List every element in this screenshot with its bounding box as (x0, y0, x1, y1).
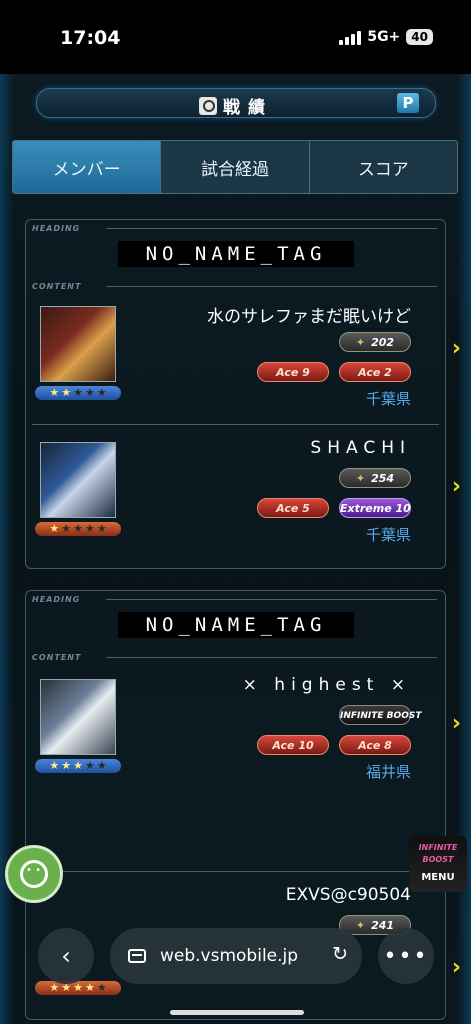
browser-toolbar: ‹ web.vsmobile.jp ↻ ••• (38, 928, 434, 986)
tab-score[interactable]: スコア (309, 141, 457, 193)
tab-bar: メンバー 試合経過 スコア (12, 140, 458, 194)
grade-badge: Ace 2 (339, 362, 411, 382)
site-settings-icon[interactable] (128, 949, 146, 963)
signal-icon (339, 30, 362, 45)
reload-icon[interactable]: ↻ (332, 943, 348, 965)
member-row[interactable]: ★ ★ ★ ★ ★ 水のサレファまだ眠いけど ✦ 202 Ace 9 Ace 2 千葉県 … (26, 296, 461, 426)
row-divider (32, 871, 439, 872)
grade-badge: Extreme 10 (339, 498, 411, 518)
heading-line (106, 228, 437, 229)
app-screen: 戦績 P メンバー 試合経過 スコア HEADING NO_NAME_TAG C… (0, 74, 471, 1024)
rank-stars: ★ ★ ★ ★ ★ (35, 759, 121, 773)
address-bar[interactable]: web.vsmobile.jp ↻ (110, 928, 362, 984)
back-button[interactable]: ‹ (38, 928, 94, 984)
menu-label: MENU (421, 872, 455, 883)
cookie-settings-button[interactable] (5, 845, 63, 903)
rank-stars: ★ ★ ★ ★ ★ (35, 386, 121, 400)
chevron-left-icon: ‹ (61, 942, 71, 970)
team-tag: NO_NAME_TAG (118, 241, 354, 267)
member-row[interactable]: ★ ★ ★ ★ ★ × highest × INFINITE BOOST Ace 10 … (26, 667, 461, 797)
mobile-suit-thumbnail (40, 306, 116, 382)
content-line (106, 657, 437, 658)
cookie-icon (20, 860, 48, 888)
chevron-right-icon[interactable]: › (452, 711, 461, 736)
content-line (106, 286, 437, 287)
player-name: × highest × (242, 675, 411, 695)
prefecture: 福井県 (365, 763, 411, 781)
record-icon (199, 96, 217, 115)
url-text: web.vsmobile.jp (160, 946, 299, 966)
p-button[interactable]: P (397, 93, 419, 113)
game-logo-icon: INFINITE BOOST (418, 843, 458, 864)
heading-line (106, 599, 437, 600)
status-time: 17:04 (60, 27, 121, 49)
team-card: HEADING NO_NAME_TAG CONTENT ★ ★ ★ ★ ★ 水のサレファ… (25, 219, 461, 569)
grade-badge: Ace 5 (257, 498, 329, 518)
title-group: 戦績 (37, 93, 435, 118)
content-label: CONTENT (32, 282, 82, 291)
level-badge: INFINITE BOOST (339, 705, 421, 725)
network-type: 5G+ (367, 29, 401, 45)
player-name: SHACHI (310, 438, 411, 458)
level-emblem-icon: ✦ (355, 336, 366, 349)
status-icons: 5G+ 40 (339, 29, 433, 45)
mobile-suit-thumbnail (40, 442, 116, 518)
battery-icon: 40 (406, 29, 433, 45)
title-bar: 戦績 P (36, 88, 436, 118)
heading-label: HEADING (32, 224, 81, 233)
tab-members[interactable]: メンバー (13, 141, 162, 193)
grade-badge: Ace 10 (257, 735, 329, 755)
team-tag: NO_NAME_TAG (118, 612, 354, 638)
status-bar: 17:04 5G+ 40 (0, 0, 471, 74)
mobile-suit-thumbnail (40, 679, 116, 755)
home-indicator (170, 1010, 304, 1015)
grade-badge: Ace 8 (339, 735, 411, 755)
rank-stars: ★ ★ ★ ★ ★ (35, 522, 121, 536)
chevron-right-icon[interactable]: › (452, 474, 461, 499)
chevron-right-icon[interactable]: › (452, 955, 461, 980)
player-name: EXVS@c90504 (285, 885, 411, 905)
row-divider (32, 424, 439, 425)
more-options-button[interactable]: ••• (378, 928, 434, 984)
player-name: 水のサレファまだ眠いけど (207, 307, 411, 327)
level-badge: ✦ 254 (339, 468, 411, 488)
heading-label: HEADING (32, 595, 81, 604)
level-emblem-icon: ✦ (355, 472, 366, 485)
member-row[interactable]: ★ ★ ★ ★ ★ SHACHI ✦ 254 Ace 5 Extreme 10 千葉県 › (26, 430, 461, 560)
tab-match-progress[interactable]: 試合経過 (161, 141, 310, 193)
ellipsis-icon: ••• (383, 943, 429, 969)
menu-button[interactable]: INFINITE BOOST MENU (409, 836, 467, 892)
level-badge: ✦ 202 (339, 332, 411, 352)
prefecture: 千葉県 (365, 526, 411, 544)
prefecture: 千葉県 (365, 390, 411, 408)
chevron-right-icon[interactable]: › (452, 336, 461, 361)
grade-badge: Ace 9 (257, 362, 329, 382)
content-label: CONTENT (32, 653, 82, 662)
page-title: 戦績 (223, 98, 273, 118)
